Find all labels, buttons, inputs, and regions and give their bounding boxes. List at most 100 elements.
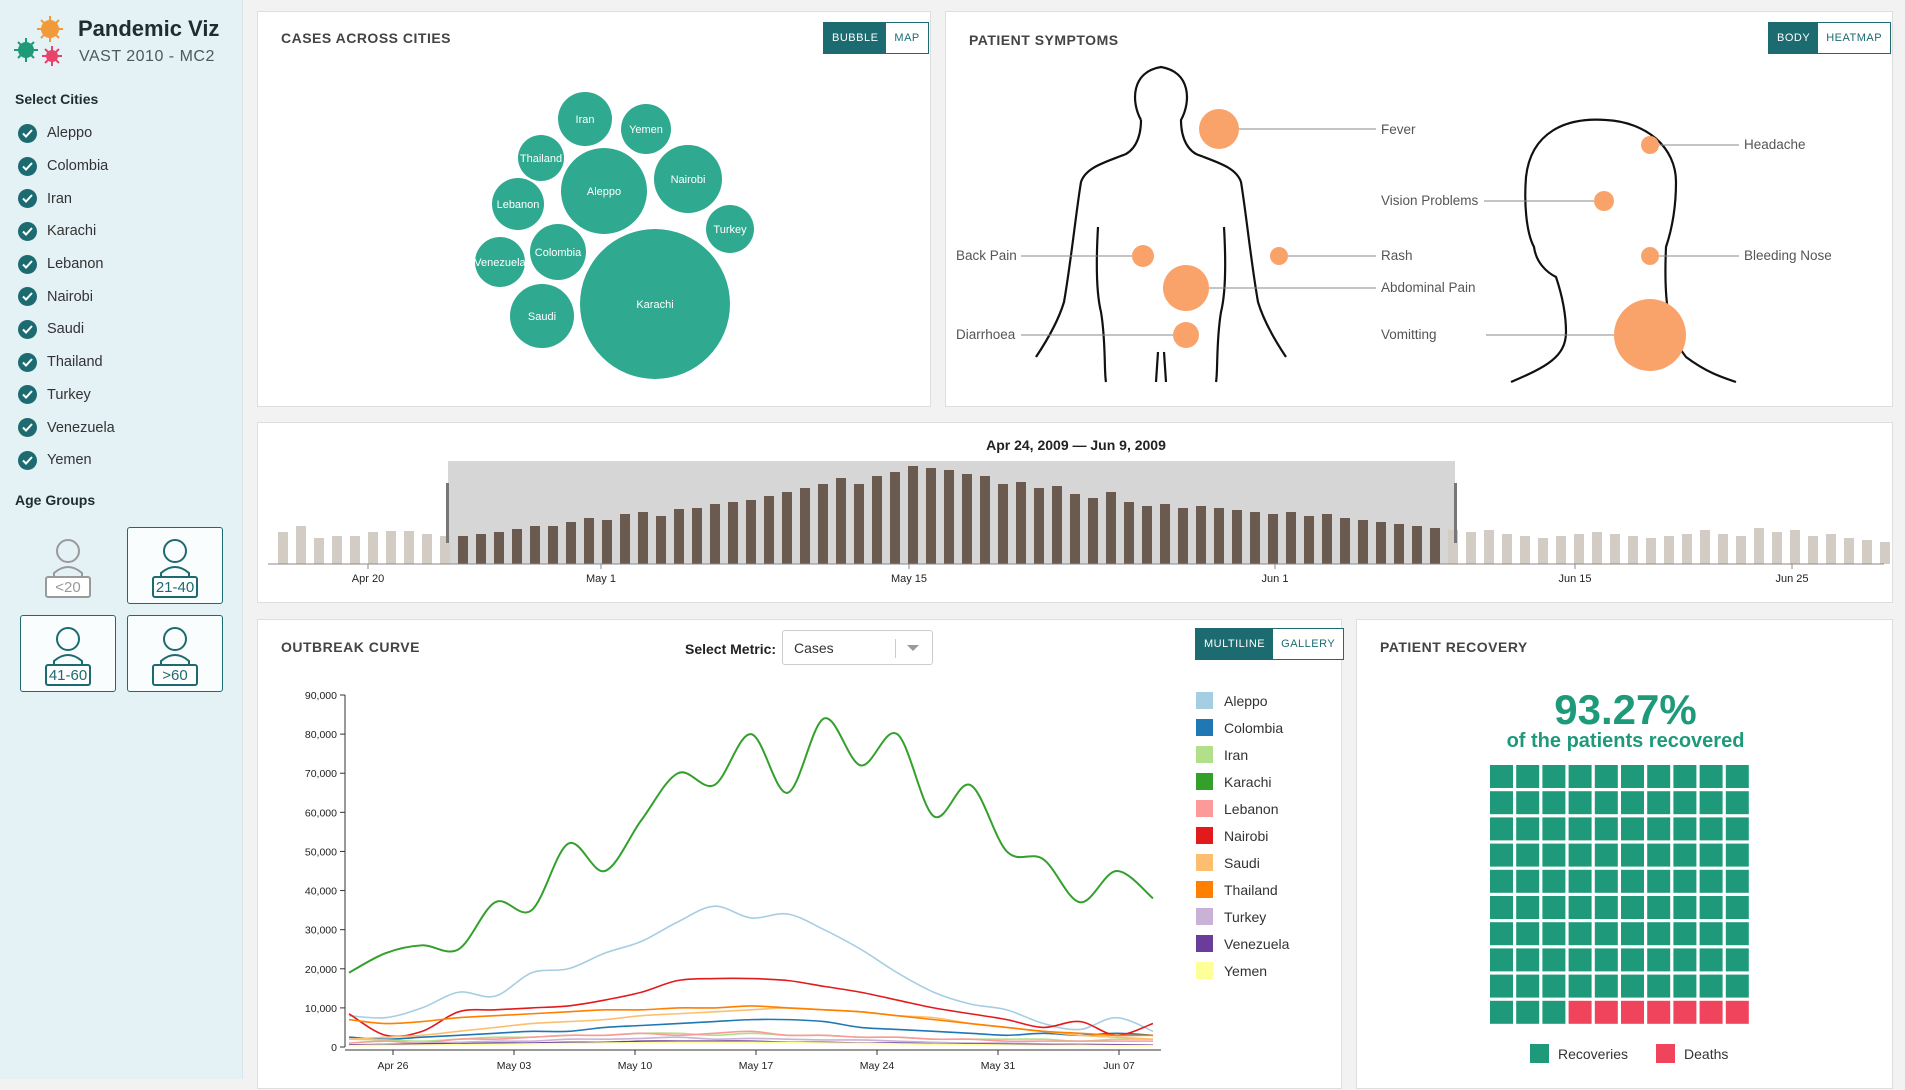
symptom-label: Vomitting <box>1381 327 1437 342</box>
bubble-venezuela[interactable]: Venezuela <box>474 237 527 287</box>
timeline-bar <box>1052 486 1062 564</box>
city-checkbox-lebanon[interactable]: Lebanon <box>18 248 115 281</box>
timeline-bar <box>800 488 810 564</box>
legend-item-nairobi: Nairobi <box>1196 827 1268 844</box>
bubble-nairobi[interactable]: Nairobi <box>654 145 722 213</box>
bubble-karachi[interactable]: Karachi <box>580 229 730 379</box>
waffle-cell-recovered <box>1725 896 1749 919</box>
waffle-cell-recovered <box>1594 974 1618 998</box>
waffle-cell-recovered <box>1568 922 1592 946</box>
symptom-label: Bleeding Nose <box>1744 248 1832 263</box>
bubble-saudi[interactable]: Saudi <box>510 284 574 348</box>
symptom-marker <box>1270 247 1288 265</box>
waffle-cell-recovered <box>1594 791 1618 815</box>
timeline-bar <box>1286 512 1296 564</box>
waffle-cell-recovered <box>1490 948 1513 972</box>
city-checkbox-aleppo[interactable]: Aleppo <box>18 117 115 150</box>
waffle-cell-recovered <box>1516 843 1540 867</box>
brush-handle-right <box>1454 483 1457 543</box>
bubble-colombia[interactable]: Colombia <box>530 224 586 280</box>
waffle-cell-recovered <box>1647 791 1671 815</box>
bubble-aleppo[interactable]: Aleppo <box>561 148 647 234</box>
waffle-cell-recovered <box>1673 765 1697 788</box>
timeline-bar <box>746 500 756 564</box>
y-tick-label: 90,000 <box>305 690 337 702</box>
city-checkbox-thailand[interactable]: Thailand <box>18 346 115 379</box>
bubble-turkey[interactable]: Turkey <box>706 205 754 253</box>
city-checkbox-yemen[interactable]: Yemen <box>18 444 115 477</box>
waffle-cell-recovered <box>1568 896 1592 919</box>
waffle-cell-recovered <box>1621 896 1644 919</box>
age-group-button-1[interactable]: 21-40 <box>127 527 223 604</box>
y-tick-label: 0 <box>331 1042 337 1054</box>
waffle-cell-recovered <box>1699 817 1723 841</box>
age-group-button-3[interactable]: >60 <box>127 615 223 692</box>
city-checkbox-venezuela[interactable]: Venezuela <box>18 411 115 444</box>
app-title: Pandemic Viz <box>78 16 220 41</box>
checkmark-icon <box>18 385 37 405</box>
city-checkbox-colombia[interactable]: Colombia <box>18 150 115 183</box>
timeline-tick-label: May 1 <box>586 573 616 585</box>
legend-swatch <box>1196 962 1213 979</box>
person-avatar-icon: 21-40 <box>152 538 198 598</box>
city-checkbox-turkey[interactable]: Turkey <box>18 379 115 412</box>
timeline-brush-chart[interactable]: Apr 20 May 1 May 15 Jun 1 Jun 15 Jun 25 <box>258 423 1894 604</box>
bubble-chart: Karachi Aleppo Nairobi Iran Saudi Colombia Leb… <box>474 92 754 379</box>
timeline-bar <box>1394 524 1404 564</box>
bubble-yemen[interactable]: Yemen <box>621 104 671 154</box>
legend-label: Venezuela <box>1224 935 1290 952</box>
timeline-bar <box>1466 532 1476 564</box>
legend-label: Karachi <box>1224 773 1272 790</box>
legend-label: Yemen <box>1224 962 1268 979</box>
waffle-cell-recovered <box>1621 791 1644 815</box>
waffle-cell-recovered <box>1516 1000 1540 1024</box>
recoveries-legend-item: Recoveries Deaths <box>1530 1044 1728 1063</box>
waffle-cell-recovered <box>1594 843 1618 867</box>
waffle-cell-recovered <box>1490 1000 1513 1024</box>
bubble-lebanon[interactable]: Lebanon <box>492 178 544 230</box>
timeline-bar <box>692 508 702 564</box>
city-checkbox-nairobi[interactable]: Nairobi <box>18 280 115 313</box>
timeline-bar <box>962 474 972 564</box>
y-tick-label: 80,000 <box>305 729 337 741</box>
y-tick-label: 50,000 <box>305 846 337 858</box>
checkmark-icon <box>18 254 37 274</box>
symptom-marker <box>1173 322 1199 348</box>
city-checkbox-karachi[interactable]: Karachi <box>18 215 115 248</box>
waffle-cell-recovered <box>1490 765 1513 788</box>
waffle-cell-recovered <box>1725 922 1749 946</box>
age-group-button-2[interactable]: 41-60 <box>20 615 116 692</box>
city-checkbox-iran[interactable]: Iran <box>18 182 115 215</box>
city-checkbox-saudi[interactable]: Saudi <box>18 313 115 346</box>
waffle-cell-recovered <box>1621 765 1644 788</box>
symptom-rash: Rash <box>1270 247 1413 265</box>
waffle-cell-death <box>1621 1000 1644 1024</box>
timeline-tick-label: May 15 <box>891 573 927 585</box>
waffle-cell-recovered <box>1621 843 1644 867</box>
waffle-cell-recovered <box>1568 974 1592 998</box>
waffle-cell-recovered <box>1621 974 1644 998</box>
checkmark-icon <box>18 287 37 307</box>
timeline-bar <box>1538 538 1548 564</box>
person-avatar-icon: 41-60 <box>45 626 91 686</box>
legend-item-karachi: Karachi <box>1196 773 1271 790</box>
waffle-cell-recovered <box>1516 869 1540 893</box>
legend-swatch <box>1196 935 1213 952</box>
timeline-bar <box>1790 530 1800 564</box>
age-group-button-0[interactable]: <20 <box>20 527 116 604</box>
legend-swatch <box>1196 854 1213 871</box>
waffle-cell-recovered <box>1594 765 1618 788</box>
bubble-iran[interactable]: Iran <box>558 92 612 146</box>
bubble-thailand[interactable]: Thailand <box>518 135 564 181</box>
waffle-cell-death <box>1647 1000 1671 1024</box>
symptom-label: Diarrhoea <box>956 327 1016 342</box>
series-line-aleppo <box>348 905 1154 1033</box>
symptom-vision-problems: Vision Problems <box>1381 191 1614 211</box>
y-tick-label: 40,000 <box>305 886 337 898</box>
symptom-marker <box>1199 109 1239 149</box>
timeline-bar <box>1520 536 1530 564</box>
x-tick-label: May 17 <box>739 1060 774 1072</box>
bubble-label: Colombia <box>535 247 582 259</box>
timeline-bar <box>1556 536 1566 564</box>
checkmark-icon <box>18 221 37 241</box>
